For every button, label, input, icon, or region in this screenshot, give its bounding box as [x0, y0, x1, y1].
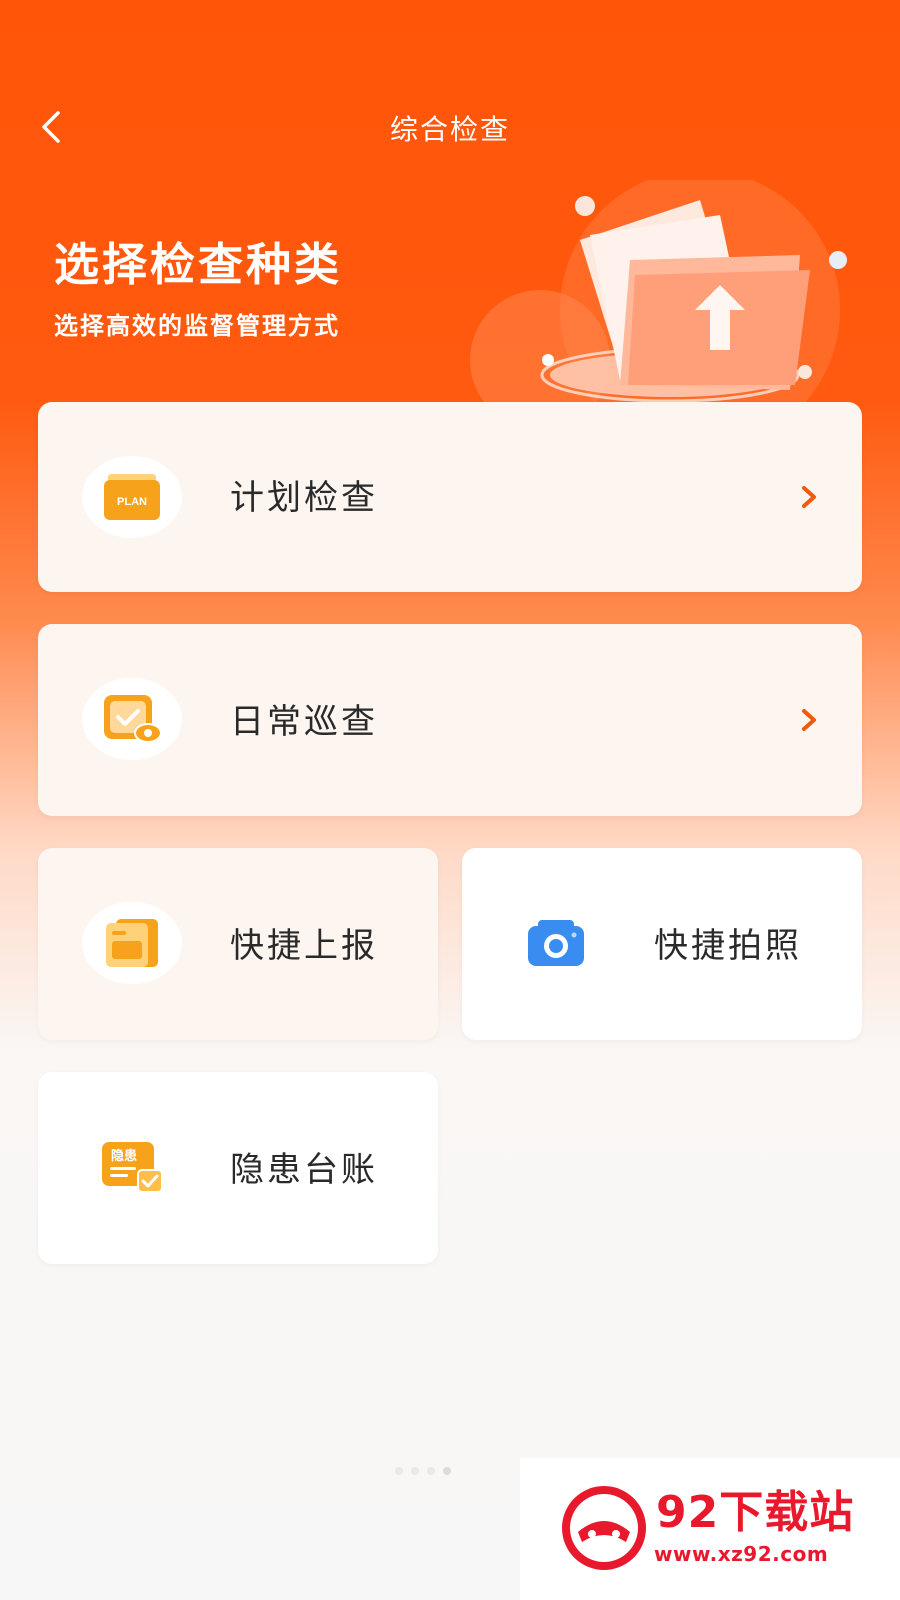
- inspection-eye-icon: [104, 695, 162, 743]
- page-indicator: [395, 1460, 459, 1479]
- svg-text:PLAN: PLAN: [117, 496, 147, 508]
- chevron-right-icon: [802, 709, 816, 731]
- daily-icon-circle: [82, 678, 182, 760]
- watermark-text: 92下载站: [656, 1487, 855, 1538]
- chevron-right-icon: [802, 486, 816, 508]
- quick-report-card[interactable]: 快捷上报: [38, 848, 438, 1040]
- page-title: 综合检查: [389, 113, 510, 146]
- folder-upload-illustration: [470, 180, 847, 410]
- watermark-logo-icon: [562, 1486, 646, 1570]
- svg-text:隐患: 隐患: [111, 1148, 137, 1164]
- quick-report-label: 快捷上报: [230, 926, 378, 966]
- hazard-ledger-label: 隐患台账: [230, 1150, 378, 1190]
- hero-subtitle: 选择高效的监督管理方式: [54, 312, 340, 340]
- plan-inspection-card[interactable]: PLAN 计划检查: [38, 402, 862, 592]
- watermark-url: www.xz92.com: [654, 1542, 829, 1566]
- quick-report-icon-circle: [82, 902, 182, 984]
- quick-photo-icon-circle: [506, 902, 606, 984]
- hero-title: 选择检查种类: [54, 238, 343, 291]
- plan-inspection-label: 计划检查: [230, 478, 378, 518]
- watermark: 92下载站 www.xz92.com: [520, 1458, 900, 1600]
- daily-patrol-label: 日常巡查: [230, 702, 378, 742]
- plan-icon-circle: PLAN: [82, 456, 182, 538]
- quick-photo-card[interactable]: 快捷拍照: [462, 848, 862, 1040]
- hazard-ledger-card[interactable]: 隐患 隐患台账: [38, 1072, 438, 1264]
- camera-icon: [528, 920, 584, 966]
- quick-photo-label: 快捷拍照: [654, 926, 802, 966]
- plan-folder-icon: PLAN: [104, 474, 160, 520]
- hazard-icon-circle: 隐患: [82, 1126, 182, 1208]
- document-folder-icon: [106, 919, 158, 967]
- hazard-ledger-icon: 隐患: [102, 1142, 163, 1193]
- daily-patrol-card[interactable]: 日常巡查: [38, 624, 862, 816]
